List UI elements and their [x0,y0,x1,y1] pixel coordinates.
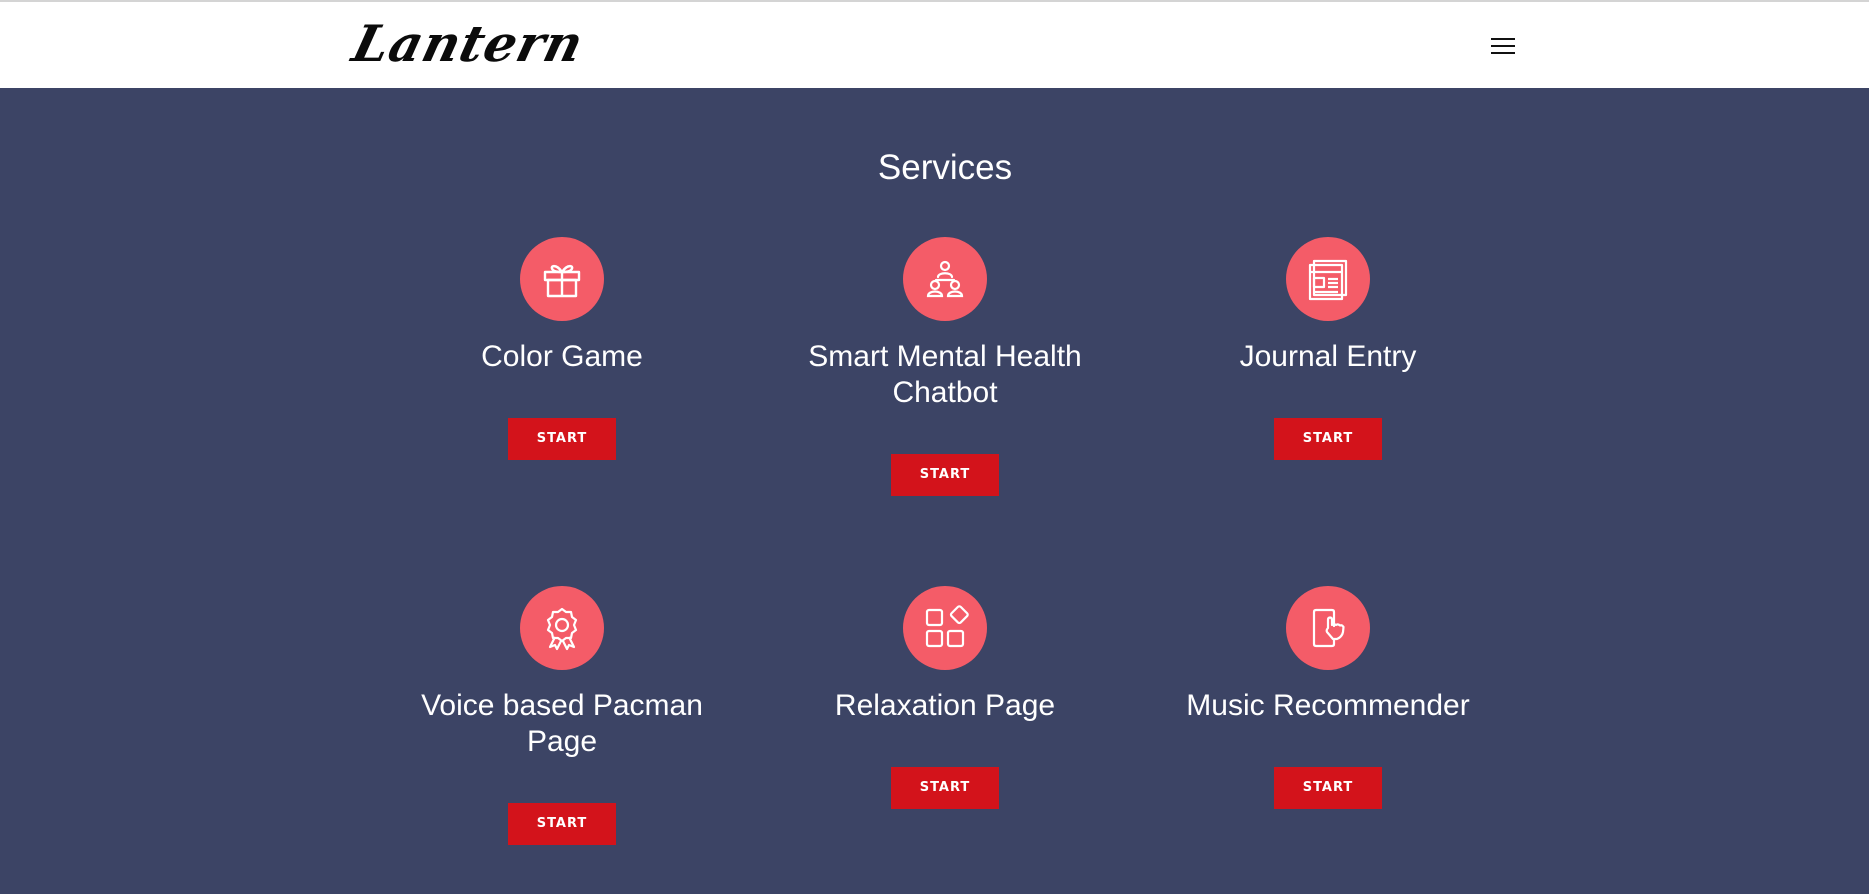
service-icon-circle [520,586,604,670]
service-card-relaxation: Relaxation Page START [795,586,1095,809]
service-icon-circle [903,586,987,670]
service-card-voice-pacman: Voice based Pacman Page START [412,586,712,845]
service-name: Journal Entry [1239,340,1417,373]
award-ribbon-icon [546,607,578,651]
service-card-chatbot: Smart Mental Health Chatbot START [795,237,1095,496]
start-button-relaxation[interactable]: START [891,767,999,809]
newspaper-icon [1308,259,1348,301]
service-name: Voice based Pacman Page [421,689,703,758]
services-title: Services [877,148,1013,187]
start-button-journal-entry[interactable]: START [1274,418,1382,460]
brand-logo[interactable]: Lantern [346,12,590,76]
service-name: Music Recommender [1186,689,1470,722]
start-button-music-recommender[interactable]: START [1274,767,1382,809]
gift-icon [543,264,581,298]
start-button-color-game[interactable]: START [508,418,616,460]
service-name: Color Game [481,340,643,373]
start-button-voice-pacman[interactable]: START [508,803,616,845]
service-card-journal-entry: Journal Entry START [1178,237,1478,460]
service-card-music-recommender: Music Recommender START [1178,586,1478,809]
apps-grid-icon [925,605,969,648]
top-navbar: Lantern [0,0,1869,88]
user-group-icon [926,260,964,298]
start-button-chatbot[interactable]: START [891,454,999,496]
service-icon-circle [520,237,604,321]
tablet-touch-icon [1312,608,1345,648]
service-card-color-game: Color Game START [412,237,712,460]
service-name: Relaxation Page [834,689,1056,722]
service-icon-circle [1286,586,1370,670]
service-name: Smart Mental Health Chatbot [808,340,1082,409]
service-icon-circle [903,237,987,321]
hamburger-menu-icon[interactable] [1488,34,1518,58]
service-icon-circle [1286,237,1370,321]
